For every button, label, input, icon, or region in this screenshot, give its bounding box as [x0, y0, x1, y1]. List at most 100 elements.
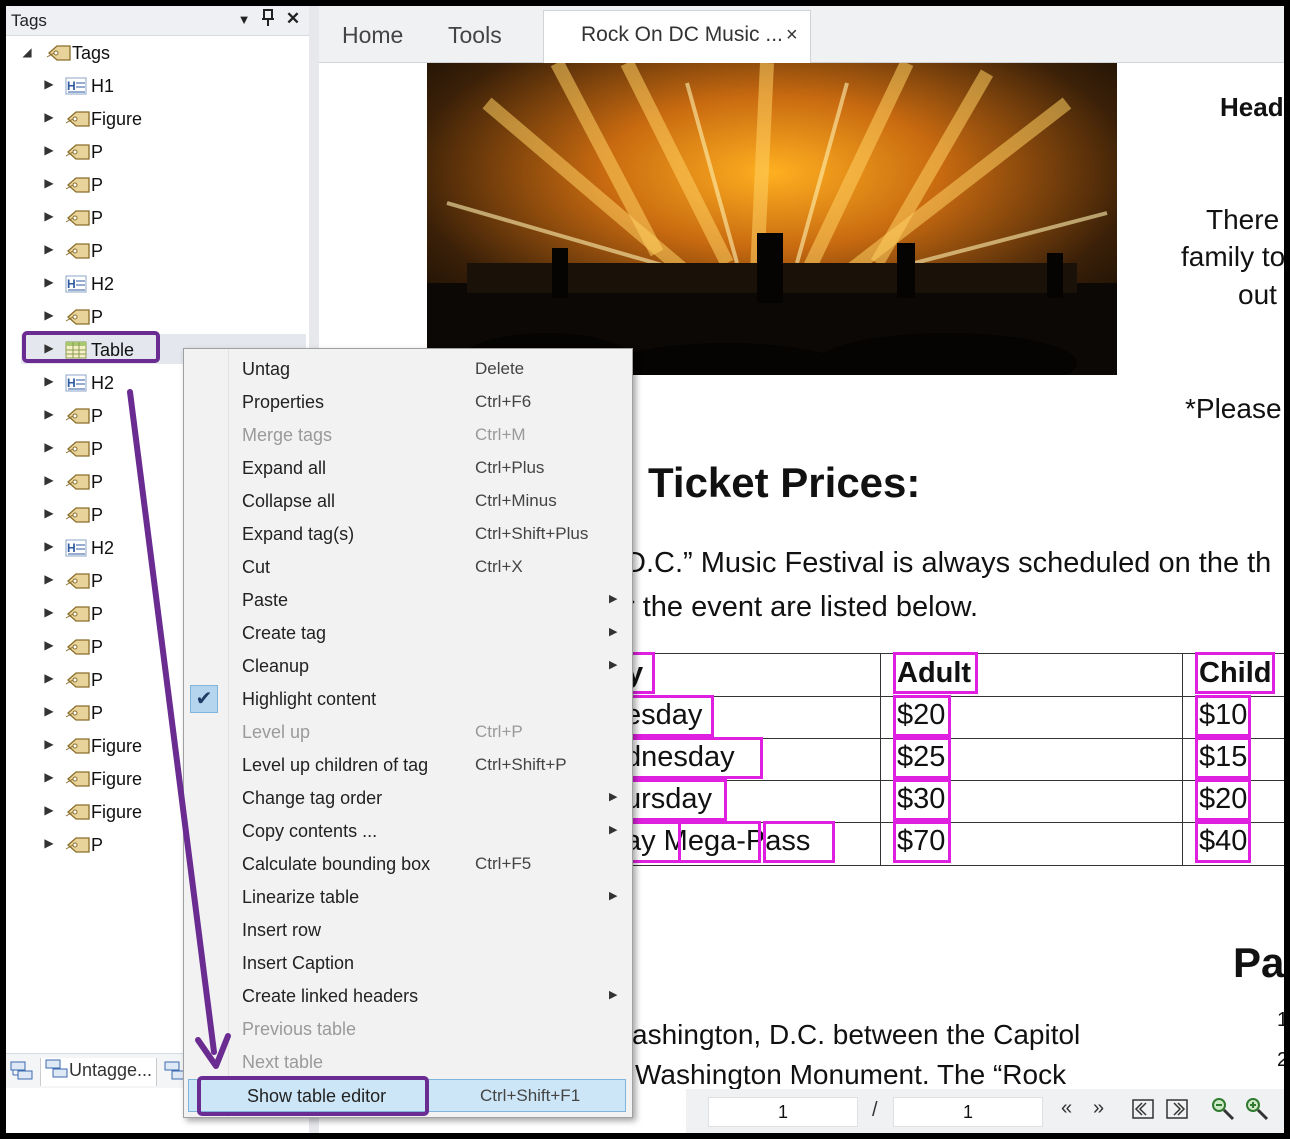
first-page-icon[interactable] [1132, 1099, 1154, 1125]
double-chevron-right-icon[interactable]: » [1093, 1097, 1104, 1120]
menu-item-label: Level up [242, 722, 311, 742]
zoom-in-icon[interactable] [1245, 1097, 1271, 1129]
chevron-right-icon[interactable]: ▶ [42, 803, 56, 817]
tree-item-p[interactable]: ▶ P [6, 302, 309, 332]
menu-item-calculate-bounding-box[interactable]: Calculate bounding box Ctrl+F5 [184, 848, 632, 881]
content-highlight-box [893, 652, 978, 694]
menu-item-properties[interactable]: Properties Ctrl+F6 [184, 386, 632, 419]
panel-options-icon[interactable]: ▼ [234, 12, 254, 27]
submenu-arrow-icon: ▶ [609, 659, 618, 671]
menu-item-shortcut: Ctrl+Shift+Plus [475, 524, 589, 543]
chevron-right-icon[interactable]: ▶ [42, 638, 56, 652]
menu-item-create-linked-headers[interactable]: Create linked headers ▶ [184, 980, 632, 1013]
pin-icon[interactable] [258, 9, 278, 32]
tree-item-h2[interactable]: ▶ H H2 [6, 269, 309, 299]
chevron-right-icon[interactable]: ▶ [42, 539, 56, 553]
tag-icon [65, 835, 90, 855]
untagged-tab[interactable]: Untagge... [40, 1058, 158, 1086]
menu-item-change-tag-order[interactable]: Change tag order ▶ [184, 782, 632, 815]
chevron-right-icon[interactable]: ▶ [42, 770, 56, 784]
chevron-right-icon[interactable]: ▶ [42, 407, 56, 421]
chevron-right-icon[interactable]: ▶ [42, 605, 56, 619]
tags-panel-tab-icon[interactable] [10, 1060, 34, 1088]
menu-item-paste[interactable]: Paste ▶ [184, 584, 632, 617]
double-chevron-left-icon[interactable]: « [1061, 1097, 1072, 1120]
tree-item-label: P [91, 307, 104, 327]
menu-item-collapse-all[interactable]: Collapse all Ctrl+Minus [184, 485, 632, 518]
tree-item-label: P [91, 835, 104, 855]
menu-item-label: Insert Caption [242, 953, 355, 973]
chevron-right-icon[interactable]: ▶ [42, 572, 56, 586]
tree-item-p[interactable]: ▶ P [6, 203, 309, 233]
content-highlight-box [1195, 821, 1251, 863]
chevron-right-icon[interactable]: ▶ [42, 110, 56, 124]
menu-item-highlight-content[interactable]: ✔ Highlight content [184, 683, 632, 716]
zoom-out-icon[interactable] [1211, 1097, 1237, 1129]
chevron-right-icon[interactable]: ▶ [42, 473, 56, 487]
menu-item-level-up-children-of-tag[interactable]: Level up children of tag Ctrl+Shift+P [184, 749, 632, 782]
chevron-right-icon[interactable]: ▶ [42, 143, 56, 157]
content-highlight-box [893, 821, 951, 863]
menu-item-insert-caption[interactable]: Insert Caption [184, 947, 632, 980]
menu-item-label: Create tag [242, 623, 327, 643]
menu-item-insert-row[interactable]: Insert row [184, 914, 632, 947]
submenu-arrow-icon: ▶ [609, 890, 618, 902]
menu-item-shortcut: Ctrl+M [475, 425, 526, 444]
tab-document[interactable]: Rock On DC Music ... × [543, 10, 811, 63]
ticket-prices-heading: Ticket Prices: [648, 459, 921, 506]
margin-number: 2 [1277, 1049, 1284, 1071]
menu-item-untag[interactable]: Untag Delete [184, 353, 632, 386]
tree-item-p[interactable]: ▶ P [6, 236, 309, 266]
menu-item-copy-contents[interactable]: Copy contents ... ▶ [184, 815, 632, 848]
tree-item-label: P [91, 505, 104, 525]
menu-item-label: Change tag order [242, 788, 383, 808]
chevron-down-icon[interactable]: ◢ [20, 45, 34, 59]
menu-item-cut[interactable]: Cut Ctrl+X [184, 551, 632, 584]
content-highlight-box [1195, 737, 1251, 779]
chevron-right-icon[interactable]: ▶ [42, 77, 56, 91]
chevron-right-icon[interactable]: ▶ [42, 836, 56, 850]
tree-item-figure[interactable]: ▶ Figure [6, 104, 309, 134]
chevron-right-icon[interactable]: ▶ [42, 506, 56, 520]
menu-item-label: Expand all [242, 458, 327, 478]
tree-item-h1[interactable]: ▶ H H1 [6, 71, 309, 101]
chevron-right-icon[interactable]: ▶ [42, 704, 56, 718]
tree-item-label: P [91, 142, 104, 162]
chevron-right-icon[interactable]: ▶ [42, 737, 56, 751]
tab-home[interactable]: Home [342, 22, 403, 49]
side-text-line-3: out [1238, 279, 1277, 310]
tree-root-tags[interactable]: ◢ Tags [6, 38, 309, 68]
chevron-right-icon[interactable]: ▶ [42, 671, 56, 685]
menu-item-linearize-table[interactable]: Linearize table ▶ [184, 881, 632, 914]
chevron-right-icon[interactable]: ▶ [42, 242, 56, 256]
chevron-right-icon[interactable]: ▶ [42, 308, 56, 322]
current-page-input[interactable]: 1 [708, 1097, 858, 1127]
submenu-arrow-icon: ▶ [609, 989, 618, 1001]
chevron-right-icon[interactable]: ▶ [42, 275, 56, 289]
tree-item-label: H2 [91, 373, 115, 393]
svg-text:H: H [67, 79, 76, 93]
tag-icon [65, 109, 90, 129]
tree-item-p[interactable]: ▶ P [6, 170, 309, 200]
menu-item-cleanup[interactable]: Cleanup ▶ [184, 650, 632, 683]
menu-item-create-tag[interactable]: Create tag ▶ [184, 617, 632, 650]
close-icon[interactable]: ✕ [283, 9, 303, 29]
chevron-right-icon[interactable]: ▶ [42, 440, 56, 454]
last-page-icon[interactable] [1166, 1099, 1188, 1125]
menu-item-label: Cut [242, 557, 271, 577]
menu-item-expand-all[interactable]: Expand all Ctrl+Plus [184, 452, 632, 485]
menu-item-label: Merge tags [242, 425, 333, 445]
menu-item-label: Untag [242, 359, 291, 379]
chevron-right-icon[interactable]: ▶ [42, 209, 56, 223]
table-border [619, 865, 1284, 866]
tree-item-p[interactable]: ▶ P [6, 137, 309, 167]
content-highlight-box [678, 821, 761, 863]
tag-icon [65, 175, 90, 195]
heading-partial: Headl [1220, 92, 1284, 122]
tab-tools[interactable]: Tools [448, 22, 502, 49]
chevron-right-icon[interactable]: ▶ [42, 374, 56, 388]
context-menu: Untag Delete Properties Ctrl+F6 Merge tags Ct… [183, 348, 633, 1118]
chevron-right-icon[interactable]: ▶ [42, 176, 56, 190]
menu-item-expand-tag-s[interactable]: Expand tag(s) Ctrl+Shift+Plus [184, 518, 632, 551]
close-tab-icon[interactable]: × [786, 24, 798, 47]
